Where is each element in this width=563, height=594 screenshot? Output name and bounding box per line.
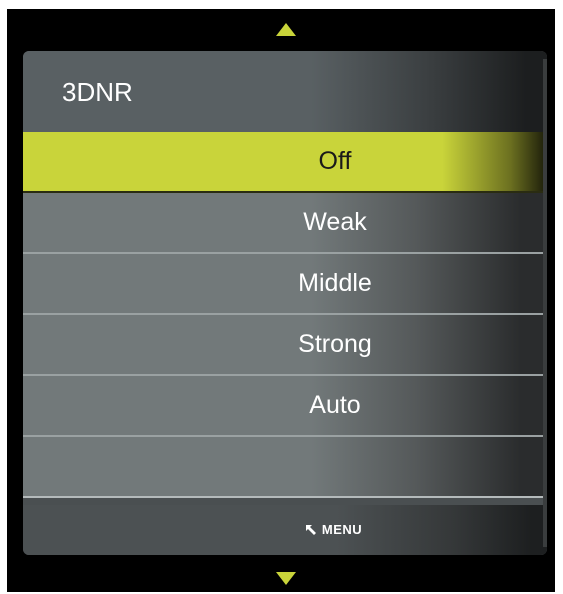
osd-screen: 3DNR Off Weak Middle Strong Auto MENU	[7, 9, 555, 592]
3dnr-menu-panel: 3DNR Off Weak Middle Strong Auto MENU	[23, 51, 547, 555]
menu-header: 3DNR	[23, 51, 547, 132]
option-label: Weak	[303, 208, 367, 236]
menu-footer[interactable]: MENU	[23, 505, 547, 555]
option-label: Off	[318, 147, 352, 175]
scroll-up-arrow-icon[interactable]	[276, 23, 296, 36]
menu-label: MENU	[321, 522, 363, 537]
option-weak[interactable]: Weak	[23, 193, 547, 254]
option-label: Auto	[309, 391, 361, 419]
option-middle[interactable]: Middle	[23, 254, 547, 315]
option-empty	[23, 437, 547, 498]
scrollbar-track[interactable]	[543, 59, 547, 547]
scroll-down-arrow-icon[interactable]	[276, 572, 296, 585]
menu-title: 3DNR	[62, 77, 133, 107]
option-strong[interactable]: Strong	[23, 315, 547, 376]
return-arrow-icon	[305, 525, 316, 535]
menu-back-hint[interactable]: MENU	[304, 505, 362, 555]
option-label: Middle	[298, 269, 372, 297]
option-label: Strong	[298, 330, 372, 358]
option-off[interactable]: Off	[23, 132, 547, 193]
option-auto[interactable]: Auto	[23, 376, 547, 437]
